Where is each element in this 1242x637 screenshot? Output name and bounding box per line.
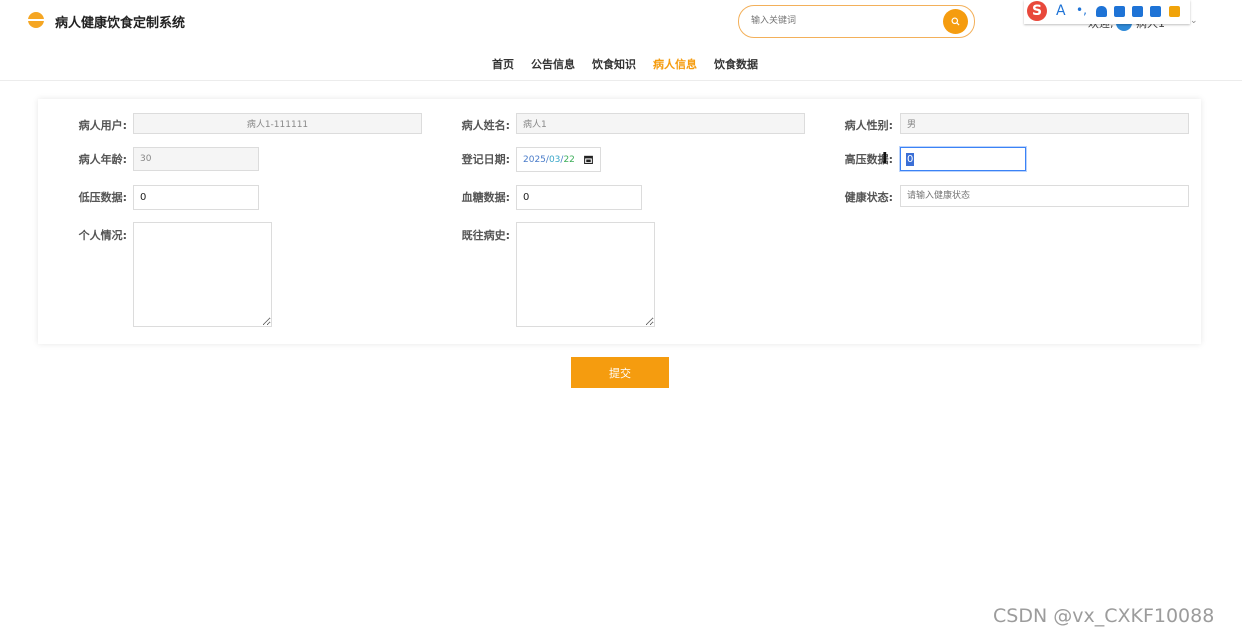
chevron-down-icon[interactable]: ⌄ [1190, 16, 1198, 26]
csdn-watermark: CSDN @vx_CXKF10088 [993, 605, 1215, 627]
past-history-textarea[interactable] [516, 222, 655, 327]
blood-sugar-field[interactable] [516, 185, 642, 210]
health-status-label: 健康状态: [844, 191, 893, 204]
main-nav: 首页 公告信息 饮食知识 病人信息 饮食数据 [492, 56, 758, 72]
calendar-icon[interactable] [584, 155, 593, 164]
ime-language-icon[interactable]: A [1056, 3, 1066, 19]
patient-gender-field[interactable] [900, 113, 1189, 134]
patient-age-label: 病人年龄: [78, 153, 127, 166]
site-title: 病人健康饮食定制系统 [55, 16, 186, 31]
header-bar: 病人健康饮食定制系统 欢迎, 病人1 ⌄ S A •, 首页 公告信息 饮食知识… [0, 0, 1242, 81]
sogou-logo-icon[interactable]: S [1027, 1, 1047, 21]
patient-age-field[interactable] [133, 147, 259, 171]
patient-user-label: 病人用户: [78, 119, 127, 132]
personal-situation-label: 个人情况: [78, 229, 127, 242]
ime-punctuation-icon[interactable]: •, [1076, 3, 1087, 17]
high-pressure-value: 0 [906, 153, 915, 166]
register-date-field[interactable]: 2025/03/22 [516, 147, 601, 172]
patient-user-field[interactable] [133, 113, 422, 134]
microphone-icon[interactable] [1096, 6, 1107, 17]
blood-sugar-label: 血糖数据: [461, 191, 510, 204]
register-date-label: 登记日期: [461, 153, 510, 166]
patient-name-label: 病人姓名: [461, 119, 510, 132]
submit-button[interactable]: 提交 [571, 357, 669, 388]
text-cursor-icon: I [882, 149, 888, 167]
search-input[interactable] [751, 12, 931, 30]
toolbox-icon[interactable] [1150, 6, 1161, 17]
patient-name-field[interactable] [516, 113, 805, 134]
nav-item-home[interactable]: 首页 [492, 56, 514, 72]
nav-item-diet-knowledge[interactable]: 饮食知识 [592, 56, 636, 72]
patient-gender-label: 病人性别: [844, 119, 893, 132]
past-history-label: 既往病史: [461, 229, 510, 242]
keyboard-icon[interactable] [1114, 6, 1125, 17]
health-status-field[interactable] [900, 185, 1189, 207]
nav-item-patient-info[interactable]: 病人信息 [653, 56, 697, 72]
high-pressure-field[interactable]: 0 [900, 147, 1026, 171]
date-month: 03 [548, 155, 561, 165]
logo-icon [28, 12, 44, 28]
skin-icon[interactable] [1132, 6, 1143, 17]
date-day: 22 [563, 155, 575, 165]
search-icon [951, 17, 960, 26]
personal-situation-textarea[interactable] [133, 222, 272, 327]
low-pressure-field[interactable] [133, 185, 259, 210]
search-button[interactable] [943, 9, 968, 34]
nav-item-diet-data[interactable]: 饮食数据 [714, 56, 758, 72]
search-box [738, 5, 975, 38]
date-year: 2025 [523, 155, 546, 165]
nav-item-announcements[interactable]: 公告信息 [531, 56, 575, 72]
more-icon[interactable] [1169, 6, 1180, 17]
ime-toolbar: S A •, [1024, 0, 1190, 24]
low-pressure-label: 低压数据: [78, 191, 127, 204]
